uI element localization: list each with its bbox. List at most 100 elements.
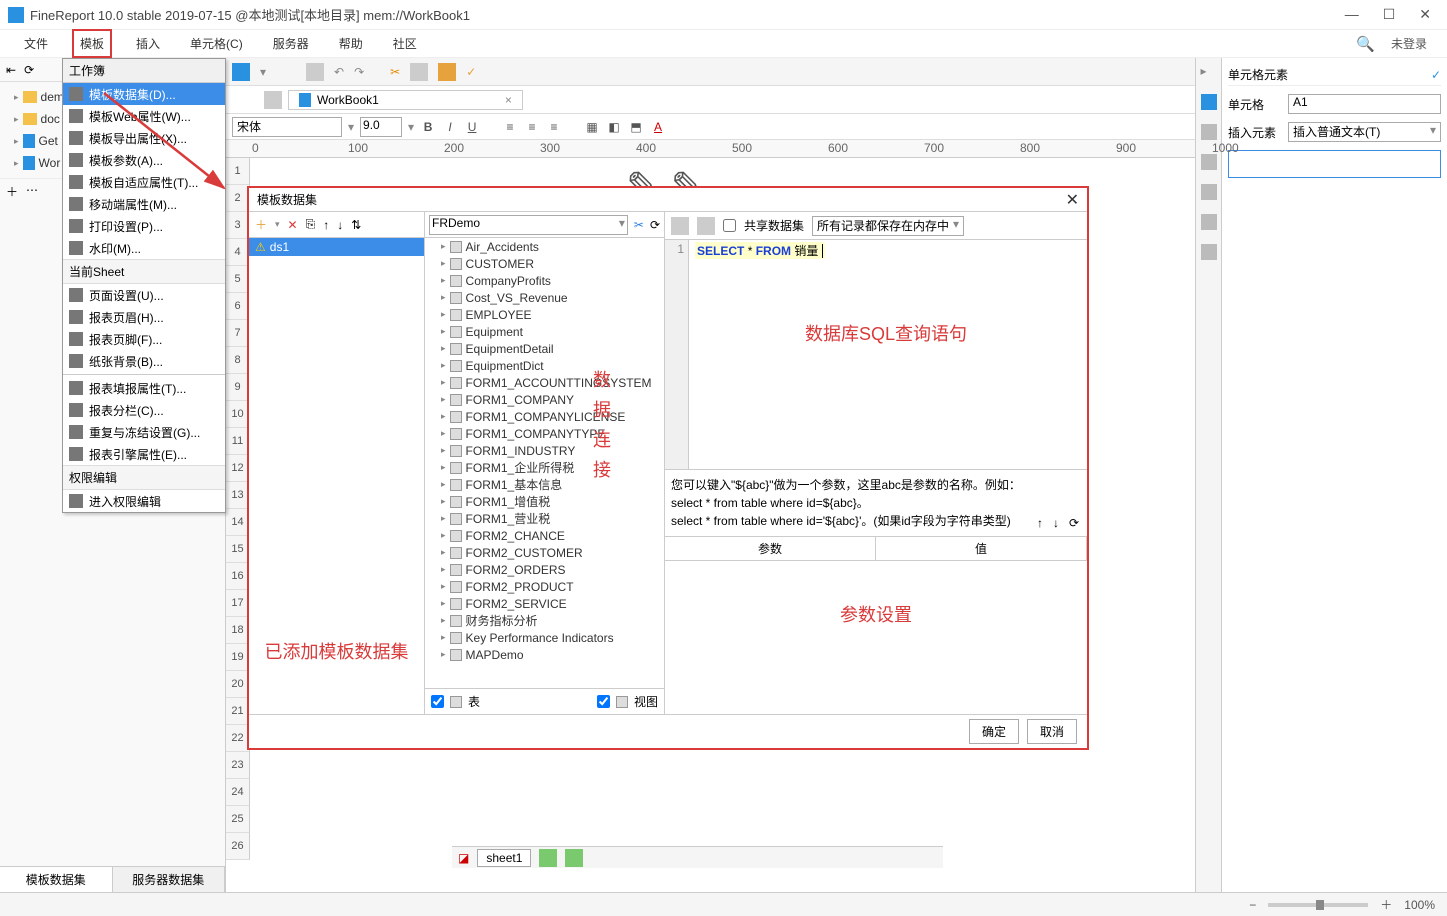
menu-item[interactable]: 移动端属性(M)... [63,193,225,215]
table-item[interactable]: ▸FORM2_PRODUCT [425,578,664,595]
fill-icon[interactable]: ◧ [606,119,622,135]
menu-item[interactable]: 进入权限编辑 [63,490,225,512]
view-checkbox[interactable] [597,695,610,708]
table-item[interactable]: ▸FORM1_COMPANYTYPE [425,425,664,442]
maximize-icon[interactable]: ☐ [1383,6,1396,23]
table-item[interactable]: ▸FORM2_CUSTOMER [425,544,664,561]
table-item[interactable]: ▸FORM2_CHANCE [425,527,664,544]
zoom-in-icon[interactable]: ＋ [1380,896,1392,913]
menu-item[interactable]: 打印设置(P)... [63,215,225,237]
refresh-tables-icon[interactable]: ⟳ [650,218,660,232]
merge-icon[interactable]: ⬒ [628,119,644,135]
close-icon[interactable]: ✕ [1419,6,1431,23]
sort-icon[interactable]: ⇅ [351,218,361,232]
table-item[interactable]: ▸MAPDemo [425,646,664,663]
refresh-icon[interactable]: ⟳ [24,63,34,77]
add-icon[interactable]: ＋ [6,183,18,200]
row-header[interactable]: 24 [226,779,250,806]
menu-item[interactable]: 重复与冻结设置(G)... [63,421,225,443]
table-item[interactable]: ▸EquipmentDict [425,357,664,374]
menu-item[interactable]: 模板导出属性(X)... [63,127,225,149]
cut-icon[interactable]: ✂ [390,65,400,79]
panel-toggle-icon[interactable]: ✓ [1431,68,1441,82]
param-refresh-icon[interactable]: ⟳ [1069,514,1079,532]
sheet-tab[interactable]: sheet1 [477,849,531,867]
font-select[interactable]: 宋体 [232,117,342,137]
menu-help[interactable]: 帮助 [333,31,369,56]
menu-template[interactable]: 模板 [72,29,112,58]
menu-file[interactable]: 文件 [18,31,54,56]
tab-template-ds[interactable]: 模板数据集 [0,867,113,892]
cell-attr-icon[interactable] [1201,124,1217,140]
table-item[interactable]: ▸FORM1_企业所得税 [425,459,664,476]
paste-icon[interactable] [438,63,456,81]
table-item[interactable]: ▸FORM1_增值税 [425,493,664,510]
up-icon[interactable]: ↑ [323,218,329,232]
sql-edit-icon[interactable] [697,217,715,235]
menu-item[interactable]: 报表分栏(C)... [63,399,225,421]
sql-editor[interactable]: 1 SELECT * FROM 销量 数据库SQL查询语句 [665,240,1087,470]
table-item[interactable]: ▸FORM1_ACCOUNTTINGSYSTEM [425,374,664,391]
font-color-icon[interactable]: A [650,119,666,135]
tab-close-icon[interactable]: × [505,93,512,107]
table-item[interactable]: ▸Equipment [425,323,664,340]
menu-item[interactable]: 报表引擎属性(E)... [63,443,225,465]
menu-item[interactable]: 水印(M)... [63,237,225,259]
table-item[interactable]: ▸FORM1_基本信息 [425,476,664,493]
underline-icon[interactable]: U [464,119,480,135]
menu-item[interactable]: 页面设置(U)... [63,284,225,306]
cell-element-icon[interactable] [1201,94,1217,110]
table-item[interactable]: ▸Air_Accidents [425,238,664,255]
align-center-icon[interactable]: ≡ [524,119,540,135]
row-header[interactable]: 1 [226,158,250,185]
minimize-icon[interactable]: — [1345,6,1359,23]
table-item[interactable]: ▸FORM1_COMPANY [425,391,664,408]
chevron-right-icon[interactable]: ▸ [1201,64,1217,80]
undo-icon[interactable]: ↶ [334,65,344,79]
save-icon[interactable] [306,63,324,81]
align-right-icon[interactable]: ≡ [546,119,562,135]
memory-select[interactable]: 所有记录都保存在内存中▾ [812,216,964,236]
document-tab[interactable]: WorkBook1 × [288,90,523,110]
element-editor[interactable] [1228,150,1441,178]
menu-item[interactable]: 纸张背景(B)... [63,350,225,372]
table-item[interactable]: ▸Cost_VS_Revenue [425,289,664,306]
table-item[interactable]: ▸FORM2_SERVICE [425,595,664,612]
more-icon[interactable]: ⋯ [26,183,38,200]
delete-ds-icon[interactable]: ✕ [288,218,298,232]
login-status[interactable]: 未登录 [1391,35,1427,52]
menu-cell[interactable]: 单元格(C) [184,31,249,56]
copy-icon[interactable] [410,63,428,81]
menu-item[interactable]: 模板数据集(D)... [63,83,225,105]
widget-icon[interactable] [1201,244,1217,260]
row-header[interactable]: 26 [226,833,250,860]
tab-server-ds[interactable]: 服务器数据集 [113,867,226,892]
add-sheet-icon[interactable] [539,849,557,867]
dialog-close-icon[interactable]: ✕ [1066,190,1079,210]
param-down-icon[interactable]: ↓ [1053,514,1059,532]
add-ds-icon[interactable]: ＋ [255,216,267,233]
copy-ds-icon[interactable]: ⎘ [306,217,316,232]
menu-item[interactable]: 报表页眉(H)... [63,306,225,328]
preview-icon[interactable] [232,63,250,81]
menu-insert[interactable]: 插入 [130,31,166,56]
menu-community[interactable]: 社区 [387,31,423,56]
connection-select[interactable]: FRDemo▾ [429,215,628,235]
font-size-select[interactable]: 9.0 [360,117,402,137]
table-item[interactable]: ▸财务指标分析 [425,612,664,629]
table-item[interactable]: ▸FORM1_INDUSTRY [425,442,664,459]
hyperlink-icon[interactable] [1201,214,1217,230]
grid-icon[interactable] [264,91,282,109]
cancel-button[interactable]: 取消 [1027,719,1077,744]
param-up-icon[interactable]: ↑ [1037,514,1043,532]
border-icon[interactable]: ▦ [584,119,600,135]
sheet-options-icon[interactable] [565,849,583,867]
dataset-item[interactable]: ⚠ ds1 [249,238,424,256]
table-item[interactable]: ▸FORM1_营业税 [425,510,664,527]
table-item[interactable]: ▸FORM1_COMPANYLICENSE [425,408,664,425]
insert-select[interactable]: 插入普通文本(T)▾ [1288,122,1441,142]
menu-item[interactable]: 报表填报属性(T)... [63,377,225,399]
down-icon[interactable]: ↓ [337,218,343,232]
menu-item[interactable]: 模板Web属性(W)... [63,105,225,127]
expand-icon[interactable] [1201,154,1217,170]
